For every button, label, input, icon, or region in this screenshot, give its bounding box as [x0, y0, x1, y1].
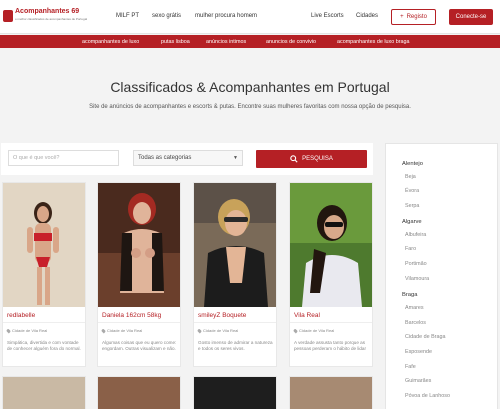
listing-photo[interactable] — [98, 183, 181, 307]
search-button[interactable]: PESQUISA — [256, 150, 367, 168]
listing-location-text: Cidade de Vila Real — [12, 328, 48, 333]
city-link[interactable]: Vilamoura — [405, 276, 429, 282]
listing-photo[interactable] — [289, 376, 373, 409]
divider — [290, 322, 372, 323]
nav-link-sexo-gratis[interactable]: sexo grátis — [152, 13, 181, 19]
category-link-luxo[interactable]: acompanhantes de luxo — [82, 39, 139, 45]
city-link[interactable]: Guimarães — [405, 378, 431, 384]
city-link[interactable]: Amares — [405, 305, 424, 311]
nav-link-mulher-procura[interactable]: mulher procura homem — [195, 13, 257, 19]
search-icon — [290, 155, 298, 163]
search-panel: O que é que você? Todas as categorias ▼ … — [1, 143, 373, 175]
divider — [98, 322, 180, 323]
city-link[interactable]: Barcelos — [405, 320, 426, 326]
listing-card[interactable]: redlabelle Cidade de Vila Real Simpática… — [2, 182, 86, 367]
region-heading: Braga — [402, 292, 418, 298]
region-heading: Algarve — [402, 219, 422, 225]
category-link-putas-lisboa[interactable]: putas lisboa — [161, 39, 190, 45]
search-input[interactable]: O que é que você? — [8, 150, 119, 166]
site-header: Acompanhantes 69 o melhor classificados … — [0, 0, 500, 34]
listing-location-text: Cidade de Vila Real — [203, 328, 239, 333]
divider — [194, 322, 276, 323]
listing-location: Cidade de Vila Real — [197, 328, 239, 333]
listing-title[interactable]: Daniela 162cm 58kg — [102, 312, 161, 319]
listing-card[interactable]: Vila Real Cidade de Vila Real A verdade … — [289, 182, 373, 367]
listing-location-text: Cidade de Vila Real — [299, 328, 335, 333]
page-title: Classificados & Acompanhantes em Portuga… — [110, 79, 390, 95]
listing-photo[interactable] — [194, 183, 277, 307]
nav-link-live-escorts[interactable]: Live Escorts — [311, 13, 344, 19]
city-link[interactable]: Beja — [405, 174, 416, 180]
listing-title[interactable]: Vila Real — [294, 312, 320, 319]
category-link-convivio[interactable]: anuncios de convivio — [266, 39, 316, 45]
listing-photo[interactable] — [193, 376, 277, 409]
page-subtitle: Site de anúncios de acompanhantes e esco… — [89, 104, 411, 110]
listing-description: Gosto imenso de admirar a natureza e tod… — [198, 340, 273, 352]
listing-location-text: Cidade de Vila Real — [107, 328, 143, 333]
city-link[interactable]: Cidade de Braga — [405, 334, 445, 340]
listing-location: Cidade de Vila Real — [6, 328, 48, 333]
listing-card[interactable]: smileyZ Boquete Cidade de Vila Real Gost… — [193, 182, 277, 367]
chevron-down-icon: ▼ — [233, 155, 238, 161]
hero-section: Classificados & Acompanhantes em Portuga… — [0, 48, 500, 128]
listing-location: Cidade de Vila Real — [101, 328, 143, 333]
nav-link-cidades[interactable]: Cidades — [356, 13, 378, 19]
location-pin-icon — [293, 328, 298, 333]
city-link[interactable]: Évora — [405, 188, 419, 194]
listing-description: Simpática, divertida e com vontade de co… — [7, 340, 81, 352]
plus-icon: + — [400, 14, 404, 20]
listing-photo[interactable] — [3, 183, 86, 307]
site-logo[interactable]: Acompanhantes 69 o melhor classificados … — [3, 8, 87, 26]
login-button[interactable]: Conecte-se — [449, 9, 493, 25]
listing-description: A verdade assusta tanto porque as pessoa… — [294, 340, 367, 352]
register-button[interactable]: + Registo — [391, 9, 436, 25]
listing-location: Cidade de Vila Real — [293, 328, 335, 333]
category-link-luxo-braga[interactable]: acompanhantes de luxo braga — [337, 39, 410, 45]
city-link[interactable]: Faro — [405, 246, 416, 252]
city-link[interactable]: Portimão — [405, 261, 427, 267]
logo-icon — [3, 10, 13, 22]
category-link-intimos[interactable]: anúncios intimos — [206, 39, 246, 45]
city-link[interactable]: Póvoa de Lanhoso — [405, 393, 450, 399]
logo-text: Acompanhantes 69 — [15, 8, 80, 15]
location-pin-icon — [6, 328, 11, 333]
divider — [3, 322, 85, 323]
category-select-value: Todas as categorias — [138, 155, 192, 161]
listing-title[interactable]: smileyZ Boquete — [198, 312, 246, 319]
category-select[interactable]: Todas as categorias ▼ — [133, 150, 243, 166]
logo-subtitle: o melhor classificados de acompanhantes … — [15, 17, 88, 21]
search-button-label: PESQUISA — [302, 156, 333, 162]
register-label: Registo — [406, 14, 427, 20]
listing-title[interactable]: redlabelle — [7, 312, 35, 319]
city-link[interactable]: Albufeira — [405, 232, 426, 238]
listing-photo[interactable] — [97, 376, 181, 409]
listing-photo[interactable] — [2, 376, 86, 409]
city-sidebar: Alentejo Beja Évora Serpa Algarve Albufe… — [385, 143, 498, 409]
listing-description: Algumas coisas que eu quero come: engord… — [102, 340, 177, 352]
category-bar: acompanhantes de luxo putas lisboa anúnc… — [0, 35, 500, 48]
city-link[interactable]: Fafe — [405, 364, 416, 370]
listing-card[interactable]: Daniela 162cm 58kg Cidade de Vila Real A… — [97, 182, 181, 367]
location-pin-icon — [101, 328, 106, 333]
nav-link-milf[interactable]: MILF PT — [116, 13, 139, 19]
city-link[interactable]: Esposende — [405, 349, 432, 355]
region-heading: Alentejo — [402, 161, 423, 167]
city-link[interactable]: Serpa — [405, 203, 419, 209]
listing-photo[interactable] — [290, 183, 373, 307]
location-pin-icon — [197, 328, 202, 333]
